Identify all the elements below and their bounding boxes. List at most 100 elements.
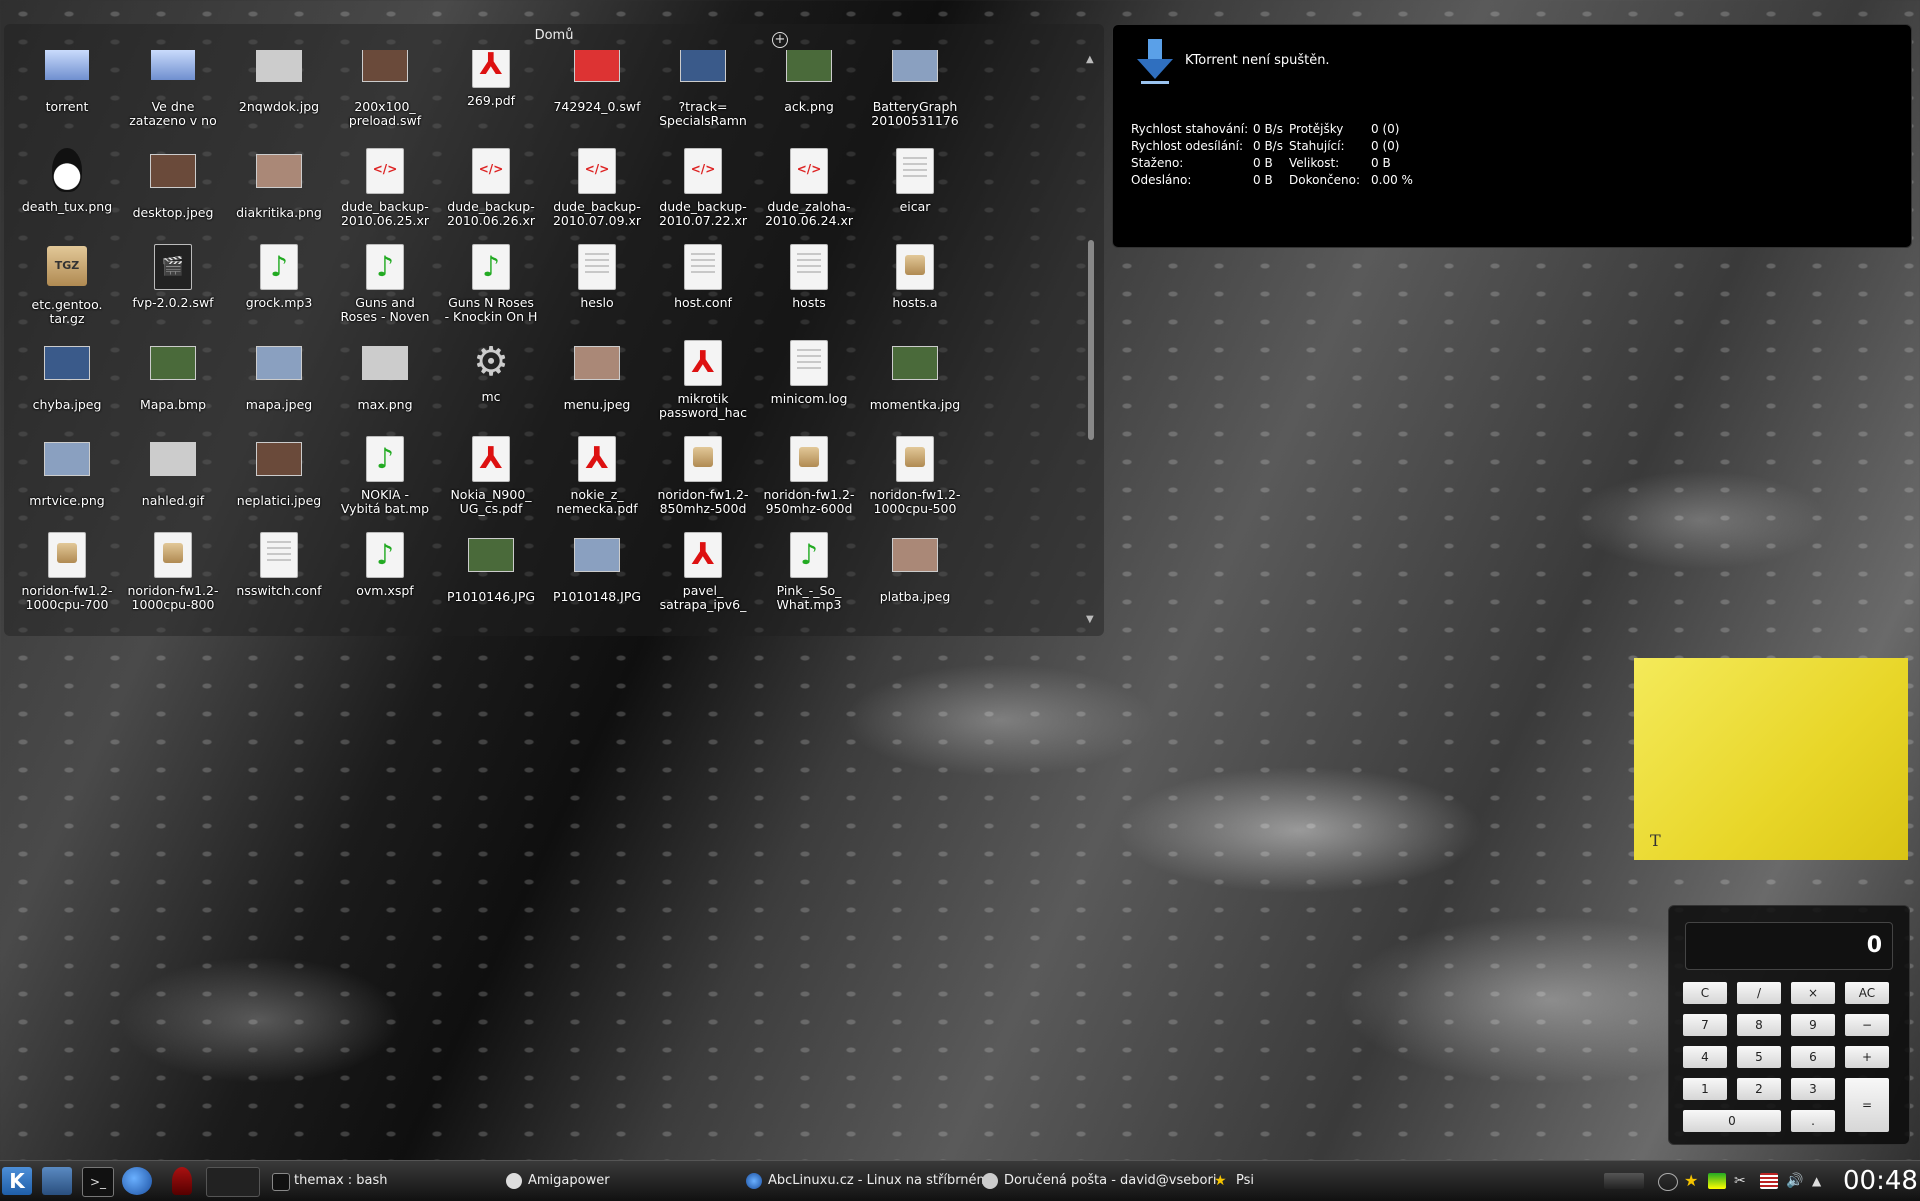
klipper-icon[interactable]	[1658, 1173, 1678, 1191]
desktop-file[interactable]: 200x100_ preload.swf	[332, 50, 438, 128]
desktop-file[interactable]: P1010148.JPG	[544, 530, 650, 618]
scrollbar-thumb[interactable]	[1088, 240, 1094, 440]
desktop-file[interactable]: eicar	[862, 146, 968, 228]
desktop-file[interactable]: neplatici.jpeg	[226, 434, 332, 522]
desktop-file[interactable]: </> dude_zaloha- 2010.06.24.xr	[756, 146, 862, 228]
desktop-file[interactable]: </> dude_backup- 2010.06.25.xr	[332, 146, 438, 228]
desktop-file[interactable]: torrent	[14, 50, 120, 128]
desktop-file[interactable]: diakritika.png	[226, 146, 332, 234]
desktop-file[interactable]: ⅄ mikrotik password_hac	[650, 338, 756, 420]
terminal-icon[interactable]: >_	[82, 1167, 114, 1197]
desktop-file[interactable]: death_tux.png	[14, 146, 120, 228]
key-multiply[interactable]: ×	[1791, 982, 1835, 1004]
desktop-file[interactable]: nahled.gif	[120, 434, 226, 522]
desktop-file[interactable]: max.png	[332, 338, 438, 426]
folder-view-widget[interactable]: Domů + torrent Ve dne zatazeno v no 2nqwdo…	[4, 24, 1104, 636]
task-psi[interactable]: ★ Psi	[1210, 1168, 1336, 1194]
scissors-icon[interactable]: ✂	[1734, 1173, 1752, 1189]
key-5[interactable]: 5	[1737, 1046, 1781, 1068]
desktop-file[interactable]: noridon-fw1.2- 1000cpu-500	[862, 434, 968, 516]
system-monitor-icon[interactable]	[1604, 1173, 1644, 1189]
desktop-file[interactable]: minicom.log	[756, 338, 862, 420]
key-minus[interactable]: −	[1845, 1014, 1889, 1036]
desktop-file[interactable]: </> dude_backup- 2010.07.09.xr	[544, 146, 650, 228]
file-manager-icon[interactable]	[42, 1167, 72, 1195]
desktop-file[interactable]: ack.png	[756, 50, 862, 128]
clock[interactable]: 00:48	[1843, 1166, 1918, 1196]
text-format-icon[interactable]: T	[1650, 831, 1661, 850]
desktop-file[interactable]: ♪ grock.mp3	[226, 242, 332, 324]
network-icon[interactable]	[1708, 1173, 1726, 1189]
key-7[interactable]: 7	[1683, 1014, 1727, 1036]
psi-star-icon[interactable]: ★	[1684, 1173, 1702, 1189]
key-1[interactable]: 1	[1683, 1078, 1727, 1100]
key-6[interactable]: 6	[1791, 1046, 1835, 1068]
desktop-file[interactable]: ♪ Guns N Roses - Knockin On H	[438, 242, 544, 324]
desktop-file[interactable]: platba.jpeg	[862, 530, 968, 618]
desktop-file[interactable]: </> dude_backup- 2010.07.22.xr	[650, 146, 756, 228]
desktop-file[interactable]: Mapa.bmp	[120, 338, 226, 426]
desktop-file[interactable]: ⚙ mc	[438, 338, 544, 418]
desktop-file[interactable]: hosts	[756, 242, 862, 324]
desktop-file[interactable]: ?track= SpecialsRamn	[650, 50, 756, 128]
desktop-file[interactable]: mrtvice.png	[14, 434, 120, 522]
desktop-file[interactable]: 🎬 fvp-2.0.2.swf	[120, 242, 226, 324]
desktop-file[interactable]: momentka.jpg	[862, 338, 968, 426]
desktop-file[interactable]: desktop.jpeg	[120, 146, 226, 234]
task-amigapower[interactable]: Amigapower	[502, 1168, 748, 1194]
task-mail[interactable]: Doručená pošta - david@vsebori	[978, 1168, 1236, 1194]
desktop-file[interactable]: ♪ Pink_-_So_ What.mp3	[756, 530, 862, 612]
keyboard-layout-flag-icon[interactable]	[1760, 1173, 1778, 1189]
desktop-file[interactable]: ♪ ovm.xspf	[332, 530, 438, 612]
key-all-clear[interactable]: AC	[1845, 982, 1889, 1004]
key-clear[interactable]: C	[1683, 982, 1727, 1004]
desktop-file[interactable]: P1010146.JPG	[438, 530, 544, 618]
scrollbar[interactable]: ▲ ▼	[1086, 54, 1096, 626]
desktop-file[interactable]: ⅄ 269.pdf	[438, 50, 544, 122]
desktop-file[interactable]: Ve dne zatazeno v no	[120, 50, 226, 128]
desktop-file[interactable]: noridon-fw1.2- 1000cpu-800	[120, 530, 226, 612]
key-3[interactable]: 3	[1791, 1078, 1835, 1100]
tray-expand-icon[interactable]: ▲	[1812, 1173, 1830, 1189]
desktop-file[interactable]: noridon-fw1.2- 850mhz-500d	[650, 434, 756, 516]
desktop-file[interactable]: hosts.a	[862, 242, 968, 324]
add-icon[interactable]: +	[772, 32, 788, 48]
desktop-file[interactable]: ♪ Guns and Roses - Noven	[332, 242, 438, 324]
key-8[interactable]: 8	[1737, 1014, 1781, 1036]
desktop-file[interactable]: nsswitch.conf	[226, 530, 332, 612]
volume-icon[interactable]: 🔊	[1786, 1173, 1804, 1189]
desktop-file[interactable]: mapa.jpeg	[226, 338, 332, 426]
desktop-file[interactable]: ⅄ pavel_ satrapa_ipv6_	[650, 530, 756, 612]
kde-menu-icon[interactable]: K	[2, 1167, 32, 1195]
key-equals[interactable]: =	[1845, 1078, 1889, 1132]
browser-globe-icon[interactable]	[122, 1167, 152, 1195]
desktop-file[interactable]: 2nqwdok.jpg	[226, 50, 332, 128]
desktop-file[interactable]: TGZ etc.gentoo. tar.gz	[14, 242, 120, 326]
sticky-note[interactable]: T	[1634, 658, 1908, 860]
key-4[interactable]: 4	[1683, 1046, 1727, 1068]
key-decimal[interactable]: .	[1791, 1110, 1835, 1132]
pager-icon[interactable]	[206, 1167, 260, 1197]
desktop-file[interactable]: BatteryGraph 20100531176	[862, 50, 968, 128]
desktop-file[interactable]: heslo	[544, 242, 650, 324]
desktop-file[interactable]: noridon-fw1.2- 950mhz-600d	[756, 434, 862, 516]
scroll-down-icon[interactable]: ▼	[1086, 614, 1094, 625]
desktop-file[interactable]: ⅄ nokie_z_ nemecka.pdf	[544, 434, 650, 516]
task-browser[interactable]: AbcLinuxu.cz - Linux na stříbrném	[742, 1168, 1002, 1194]
task-terminal[interactable]: themax : bash	[268, 1168, 514, 1194]
desktop-file[interactable]: ♪ NOKIA - Vybitá bat.mp	[332, 434, 438, 516]
wine-icon[interactable]	[172, 1167, 192, 1195]
desktop-file[interactable]: noridon-fw1.2- 1000cpu-700	[14, 530, 120, 612]
desktop-file[interactable]: chyba.jpeg	[14, 338, 120, 426]
desktop-file[interactable]: menu.jpeg	[544, 338, 650, 426]
desktop-file[interactable]: </> dude_backup- 2010.06.26.xr	[438, 146, 544, 228]
key-plus[interactable]: +	[1845, 1046, 1889, 1068]
key-2[interactable]: 2	[1737, 1078, 1781, 1100]
desktop-file[interactable]: ⅄ Nokia_N900_ UG_cs.pdf	[438, 434, 544, 516]
key-0[interactable]: 0	[1683, 1110, 1781, 1132]
desktop-file[interactable]: host.conf	[650, 242, 756, 324]
desktop-file[interactable]: 742924_0.swf	[544, 50, 650, 128]
key-divide[interactable]: /	[1737, 982, 1781, 1004]
scroll-up-icon[interactable]: ▲	[1086, 54, 1094, 65]
key-9[interactable]: 9	[1791, 1014, 1835, 1036]
